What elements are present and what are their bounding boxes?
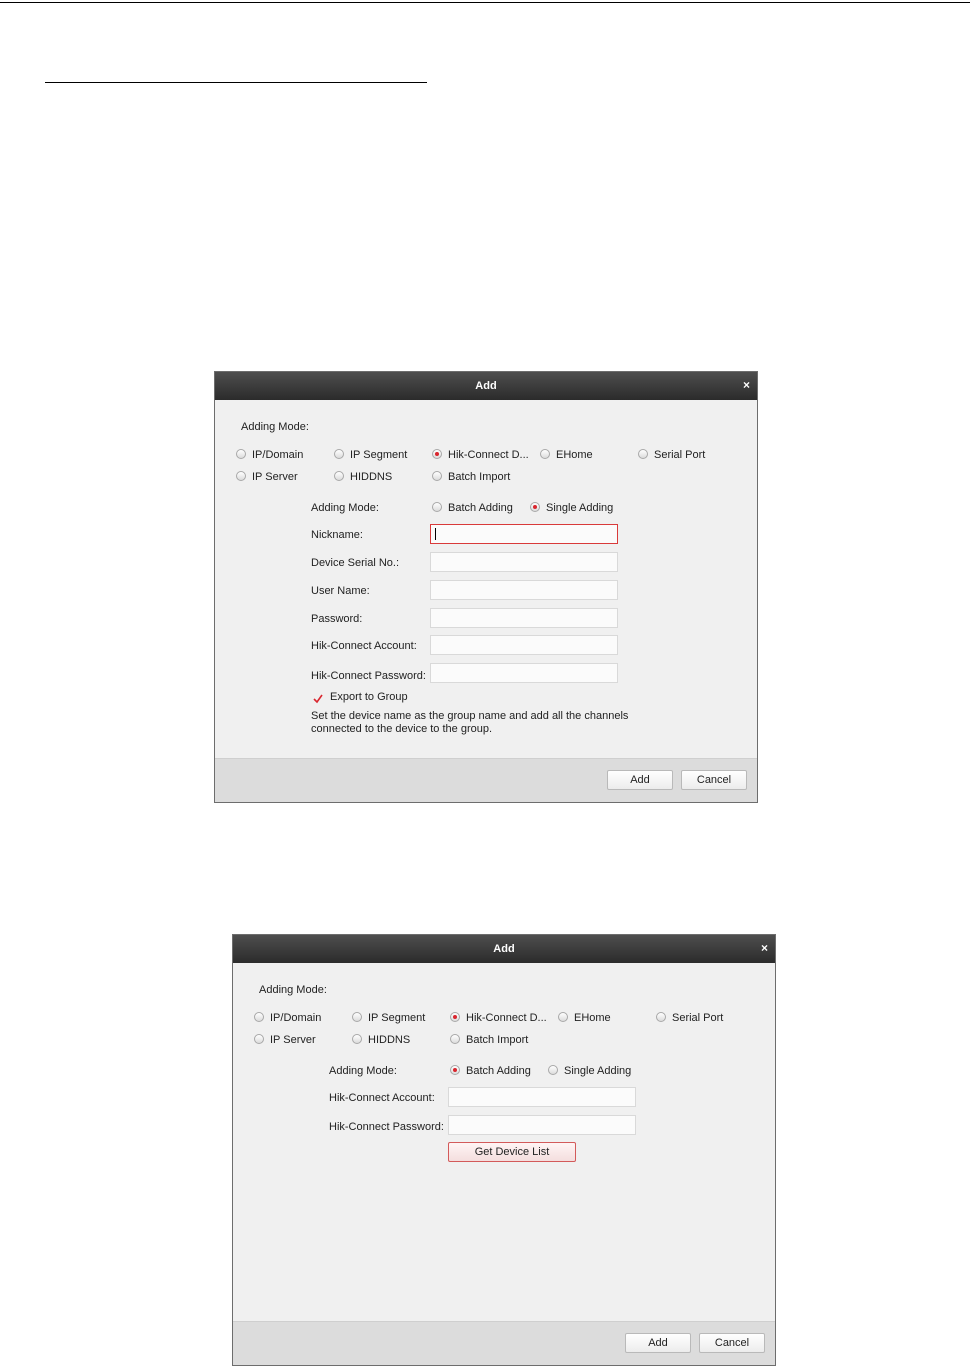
radio-label-ip-server: IP Server <box>270 1034 316 1046</box>
add-device-dialog-single: Add × Adding Mode: IP/Domain IP Segment … <box>214 371 758 803</box>
radio-single-adding[interactable] <box>548 1065 558 1075</box>
add-button[interactable]: Add <box>625 1333 691 1353</box>
radio-hik-connect[interactable] <box>432 449 442 459</box>
radio-hiddns[interactable] <box>334 471 344 481</box>
radio-label-hik-connect: Hik-Connect D... <box>466 1012 547 1024</box>
radio-label-hik-connect: Hik-Connect D... <box>448 449 529 461</box>
password-label: Password: <box>311 613 363 625</box>
radio-label-hiddns: HIDDNS <box>350 471 393 483</box>
close-icon[interactable]: × <box>761 941 768 955</box>
radio-label-hiddns: HIDDNS <box>368 1034 411 1046</box>
export-to-group-checkbox[interactable] <box>313 691 323 704</box>
add-device-dialog-batch: Add × Adding Mode: IP/Domain IP Segment … <box>232 934 776 1366</box>
hik-account-input[interactable] <box>448 1087 636 1107</box>
radio-hik-connect[interactable] <box>450 1012 460 1022</box>
dialog-titlebar: Add × <box>233 935 775 963</box>
radio-label-batch-adding: Batch Adding <box>466 1065 531 1077</box>
radio-ip-domain[interactable] <box>254 1012 264 1022</box>
radio-ip-domain[interactable] <box>236 449 246 459</box>
radio-ip-segment[interactable] <box>334 449 344 459</box>
username-input[interactable] <box>430 580 618 600</box>
dialog-footer: Add Cancel <box>215 758 757 802</box>
hik-password-input[interactable] <box>448 1115 636 1135</box>
radio-batch-adding[interactable] <box>432 502 442 512</box>
radio-label-ehome: EHome <box>574 1012 611 1024</box>
hik-account-label: Hik-Connect Account: <box>311 640 417 652</box>
hik-password-input[interactable] <box>430 663 618 683</box>
radio-hiddns[interactable] <box>352 1034 362 1044</box>
radio-serial-port[interactable] <box>656 1012 666 1022</box>
serial-label: Device Serial No.: <box>311 557 400 569</box>
radio-label-ip-segment: IP Segment <box>350 449 408 461</box>
cancel-button[interactable]: Cancel <box>681 770 747 790</box>
radio-batch-import[interactable] <box>432 471 442 481</box>
radio-label-batch-import: Batch Import <box>448 471 511 483</box>
radio-single-adding[interactable] <box>530 502 540 512</box>
hik-account-label: Hik-Connect Account: <box>329 1092 435 1104</box>
radio-label-ehome: EHome <box>556 449 593 461</box>
radio-ip-segment[interactable] <box>352 1012 362 1022</box>
export-to-group-label: Export to Group <box>330 691 408 703</box>
sub-adding-mode-label: Adding Mode: <box>311 502 379 514</box>
radio-batch-import[interactable] <box>450 1034 460 1044</box>
serial-input[interactable] <box>430 552 618 572</box>
radio-ehome[interactable] <box>540 449 550 459</box>
radio-ehome[interactable] <box>558 1012 568 1022</box>
sub-adding-mode-label: Adding Mode: <box>329 1065 397 1077</box>
username-label: User Name: <box>311 585 370 597</box>
radio-label-ip-domain: IP/Domain <box>252 449 304 461</box>
radio-label-serial-port: Serial Port <box>672 1012 724 1024</box>
radio-ip-server[interactable] <box>254 1034 264 1044</box>
radio-label-ip-segment: IP Segment <box>368 1012 426 1024</box>
help-text-line2: connected to the device to the group. <box>311 723 493 735</box>
radio-serial-port[interactable] <box>638 449 648 459</box>
dialog-title: Add <box>475 380 497 392</box>
text-underline-rule <box>45 82 427 83</box>
get-device-list-button[interactable]: Get Device List <box>448 1142 576 1162</box>
add-button[interactable]: Add <box>607 770 673 790</box>
password-input[interactable] <box>430 608 618 628</box>
nickname-input[interactable] <box>430 524 618 544</box>
radio-batch-adding[interactable] <box>450 1065 460 1075</box>
text-caret <box>435 528 436 540</box>
radio-label-single-adding: Single Adding <box>546 502 614 514</box>
checkmark-icon <box>313 694 323 704</box>
radio-label-serial-port: Serial Port <box>654 449 706 461</box>
help-text-line1: Set the device name as the group name an… <box>311 710 629 722</box>
radio-label-batch-adding: Batch Adding <box>448 502 513 514</box>
cancel-button[interactable]: Cancel <box>699 1333 765 1353</box>
hik-password-label: Hik-Connect Password: <box>311 670 426 682</box>
hik-account-input[interactable] <box>430 635 618 655</box>
page-header-rule <box>0 2 970 3</box>
radio-ip-server[interactable] <box>236 471 246 481</box>
dialog-footer: Add Cancel <box>233 1321 775 1365</box>
radio-label-ip-server: IP Server <box>252 471 298 483</box>
dialog-titlebar: Add × <box>215 372 757 400</box>
adding-mode-label: Adding Mode: <box>241 421 309 433</box>
radio-label-ip-domain: IP/Domain <box>270 1012 322 1024</box>
hik-password-label: Hik-Connect Password: <box>329 1121 444 1133</box>
nickname-label: Nickname: <box>311 529 363 541</box>
radio-label-single-adding: Single Adding <box>564 1065 632 1077</box>
dialog-title: Add <box>493 943 515 955</box>
adding-mode-label: Adding Mode: <box>259 984 327 996</box>
close-icon[interactable]: × <box>743 378 750 392</box>
radio-label-batch-import: Batch Import <box>466 1034 529 1046</box>
